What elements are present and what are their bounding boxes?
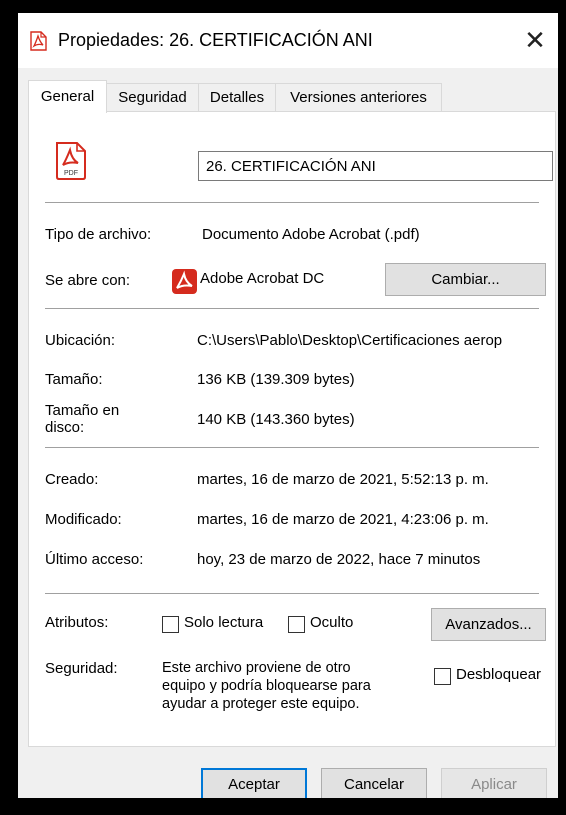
cancel-button[interactable]: Cancelar bbox=[321, 768, 427, 798]
modified-label: Modificado: bbox=[45, 511, 122, 528]
file-name-input[interactable] bbox=[198, 151, 553, 181]
screenshot-frame: Propiedades: 26. CERTIFICACIÓN ANI ✕ Gen… bbox=[4, 4, 562, 811]
general-tab-panel: PDF Tipo de archivo: Documento Adobe Acr… bbox=[28, 111, 556, 747]
disk-size-label-line2: disco: bbox=[45, 419, 85, 436]
location-value: C:\Users\Pablo\Desktop\Certificaciones a… bbox=[197, 332, 503, 349]
readonly-checkbox[interactable] bbox=[162, 616, 179, 633]
disk-size-value: 140 KB (143.360 bytes) bbox=[197, 411, 355, 428]
tab-versiones-anteriores[interactable]: Versiones anteriores bbox=[275, 83, 442, 112]
attributes-label: Atributos: bbox=[45, 614, 109, 631]
close-icon: ✕ bbox=[524, 25, 546, 55]
apply-button[interactable]: Aplicar bbox=[441, 768, 547, 798]
unblock-checkbox[interactable] bbox=[434, 668, 451, 685]
tab-detalles[interactable]: Detalles bbox=[198, 83, 276, 112]
change-button[interactable]: Cambiar... bbox=[385, 263, 546, 296]
tab-general[interactable]: General bbox=[28, 80, 107, 113]
properties-dialog: Propiedades: 26. CERTIFICACIÓN ANI ✕ Gen… bbox=[18, 13, 558, 798]
divider bbox=[45, 447, 539, 448]
ok-button[interactable]: Aceptar bbox=[201, 768, 307, 798]
tab-strip: General Seguridad Detalles Versiones ant… bbox=[28, 80, 558, 113]
size-label: Tamaño: bbox=[45, 371, 103, 388]
divider bbox=[45, 202, 539, 203]
acrobat-icon bbox=[172, 269, 197, 294]
size-value: 136 KB (139.309 bytes) bbox=[197, 371, 355, 388]
security-message: Este archivo proviene de otro equipo y p… bbox=[162, 659, 371, 713]
divider bbox=[45, 308, 539, 309]
created-label: Creado: bbox=[45, 471, 99, 488]
close-button[interactable]: ✕ bbox=[512, 18, 558, 62]
file-type-value: Documento Adobe Acrobat (.pdf) bbox=[202, 226, 420, 243]
pdf-file-icon bbox=[30, 31, 47, 51]
hidden-checkbox[interactable] bbox=[288, 616, 305, 633]
opens-with-value: Adobe Acrobat DC bbox=[200, 270, 325, 287]
accessed-value: hoy, 23 de marzo de 2022, hace 7 minutos bbox=[197, 551, 481, 568]
security-label: Seguridad: bbox=[45, 660, 118, 677]
file-type-label: Tipo de archivo: bbox=[45, 226, 152, 243]
security-message-line3: ayudar a proteger este equipo. bbox=[162, 696, 360, 712]
divider bbox=[45, 593, 539, 594]
unblock-label[interactable]: Desbloquear bbox=[456, 666, 541, 683]
tab-seguridad[interactable]: Seguridad bbox=[106, 83, 199, 112]
modified-value: martes, 16 de marzo de 2021, 4:23:06 p. … bbox=[197, 511, 489, 528]
hidden-label[interactable]: Oculto bbox=[310, 614, 353, 631]
location-label: Ubicación: bbox=[45, 332, 116, 349]
advanced-button[interactable]: Avanzados... bbox=[431, 608, 546, 641]
accessed-label: Último acceso: bbox=[45, 551, 144, 568]
opens-with-label: Se abre con: bbox=[45, 272, 131, 289]
pdf-document-icon: PDF bbox=[56, 142, 86, 180]
pdf-icon-label: PDF bbox=[64, 170, 78, 177]
created-value: martes, 16 de marzo de 2021, 5:52:13 p. … bbox=[197, 471, 489, 488]
security-message-line1: Este archivo proviene de otro bbox=[162, 660, 351, 676]
disk-size-label-line1: Tamaño en bbox=[45, 402, 120, 419]
security-message-line2: equipo y podría bloquearse para bbox=[162, 678, 371, 694]
title-bar[interactable]: Propiedades: 26. CERTIFICACIÓN ANI ✕ bbox=[18, 13, 558, 68]
disk-size-label: Tamaño en disco: bbox=[45, 402, 119, 436]
window-title: Propiedades: 26. CERTIFICACIÓN ANI bbox=[58, 30, 373, 50]
readonly-label[interactable]: Solo lectura bbox=[184, 614, 263, 631]
